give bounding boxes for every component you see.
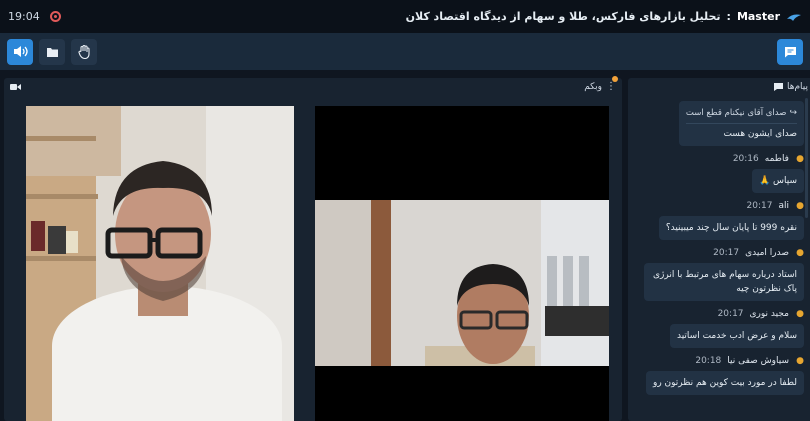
clock-time: 19:04 bbox=[8, 10, 40, 23]
message-sender: ● ali 20:17 bbox=[636, 199, 804, 213]
sender-name: صدرا امیدی bbox=[745, 248, 789, 258]
webcam-panel: ⋮ وبکم bbox=[4, 76, 622, 421]
chat-panel: پیام‌ها ↪ صدای آقای نیکنام قطع است صدای … bbox=[628, 78, 810, 421]
message-text: سپاس 🙏 bbox=[758, 176, 797, 186]
notification-dot bbox=[612, 76, 618, 82]
webcam-header: ⋮ وبکم bbox=[4, 78, 622, 96]
message-time: 20:16 bbox=[732, 154, 759, 164]
message-bubble: سلام و عرض ادب خدمت اساتید bbox=[669, 324, 804, 348]
raise-hand-button[interactable] bbox=[71, 38, 97, 65]
chat-message: ● فاطمه 20:16 سپاس 🙏 bbox=[628, 152, 810, 193]
chat-title: پیام‌ها bbox=[786, 82, 808, 92]
message-bubble: سپاس 🙏 bbox=[751, 169, 804, 193]
session-title-bar: Master : تحلیل بازارهای فارکس، طلا و سها… bbox=[406, 10, 802, 23]
message-sender: ● مجید نوری 20:17 bbox=[636, 307, 804, 321]
chat-message: ● صدرا امیدی 20:17 استاد درباره سهام های… bbox=[628, 246, 810, 301]
user-icon: ● bbox=[796, 355, 804, 366]
message-sender: ● صدرا امیدی 20:17 bbox=[636, 246, 804, 260]
record-icon[interactable] bbox=[49, 11, 61, 22]
reply-quote-text: صدای آقای نیکنام قطع است bbox=[685, 108, 787, 118]
message-bubble: ↪ صدای آقای نیکنام قطع است صدای ایشون هس… bbox=[678, 101, 804, 146]
message-text: صدای ایشون هست bbox=[723, 129, 797, 139]
message-time: 20:17 bbox=[713, 248, 740, 258]
chat-message: ↪ صدای آقای نیکنام قطع است صدای ایشون هس… bbox=[628, 98, 810, 146]
sender-name: مجید نوری bbox=[749, 309, 789, 319]
message-bubble: استاد درباره سهام های مرتبط با انرژی پاک… bbox=[644, 263, 804, 301]
master-label: Master bbox=[736, 10, 780, 23]
video-frame-2 bbox=[315, 106, 609, 421]
webcam-title: وبکم bbox=[584, 82, 602, 92]
user-icon: ● bbox=[796, 153, 804, 164]
message-text: استاد درباره سهام های مرتبط با انرژی پاک… bbox=[652, 270, 797, 294]
video-camera-icon bbox=[10, 84, 21, 90]
message-bubble: نقره 999 تا پایان سال چند میبینید؟ bbox=[658, 216, 804, 240]
chat-header: پیام‌ها bbox=[628, 78, 810, 96]
folder-icon bbox=[46, 47, 58, 57]
speaker-button[interactable] bbox=[7, 38, 33, 65]
session-title: تحلیل بازارهای فارکس، طلا و سهام از دیدگ… bbox=[405, 10, 721, 23]
chat-toggle-button[interactable] bbox=[777, 38, 803, 65]
message-time: 20:18 bbox=[695, 356, 722, 366]
user-icon: ● bbox=[796, 308, 804, 319]
chat-icon bbox=[784, 46, 796, 57]
speaker-icon bbox=[13, 46, 28, 57]
message-time: 20:17 bbox=[717, 309, 744, 319]
files-button[interactable] bbox=[39, 38, 65, 65]
message-sender: ● سیاوش صفی نیا 20:18 bbox=[636, 354, 804, 368]
chat-message: ● ali 20:17 نقره 999 تا پایان سال چند می… bbox=[628, 199, 810, 240]
toolbar bbox=[0, 33, 810, 70]
top-bar: 19:04 Master : تحلیل بازارهای فارکس، طلا… bbox=[0, 0, 810, 33]
chat-message: ● مجید نوری 20:17 سلام و عرض ادب خدمت اس… bbox=[628, 307, 810, 348]
sender-name: سیاوش صفی نیا bbox=[727, 356, 789, 366]
reply-arrow-icon: ↪ bbox=[789, 108, 797, 118]
chat-message: ● سیاوش صفی نیا 20:18 لطفا در مورد بیت ک… bbox=[628, 354, 810, 395]
logo-icon bbox=[787, 14, 801, 21]
message-text: سلام و عرض ادب خدمت اساتید bbox=[676, 331, 797, 341]
sender-name: ali bbox=[778, 201, 789, 211]
video-feed-2[interactable] bbox=[315, 106, 609, 421]
video-frame-1 bbox=[26, 106, 294, 421]
reply-quote: ↪ صدای آقای نیکنام قطع است bbox=[685, 106, 797, 124]
message-text: لطفا در مورد بیت کوین هم نظرتون رو bbox=[652, 378, 797, 388]
user-icon: ● bbox=[796, 200, 804, 211]
message-bubble: لطفا در مورد بیت کوین هم نظرتون رو bbox=[645, 371, 804, 395]
user-icon: ● bbox=[796, 247, 804, 258]
message-sender: ● فاطمه 20:16 bbox=[636, 152, 804, 166]
chat-messages: ↪ صدای آقای نیکنام قطع است صدای ایشون هس… bbox=[628, 98, 810, 421]
vertical-dots-icon[interactable]: ⋮ bbox=[606, 82, 616, 92]
sender-name: فاطمه bbox=[764, 154, 789, 164]
message-time: 20:17 bbox=[746, 201, 773, 211]
video-feed-1[interactable] bbox=[26, 106, 294, 421]
message-text: نقره 999 تا پایان سال چند میبینید؟ bbox=[665, 223, 797, 233]
raise-hand-icon bbox=[77, 44, 90, 59]
chat-header-icon bbox=[773, 83, 783, 91]
title-separator: : bbox=[726, 10, 731, 23]
